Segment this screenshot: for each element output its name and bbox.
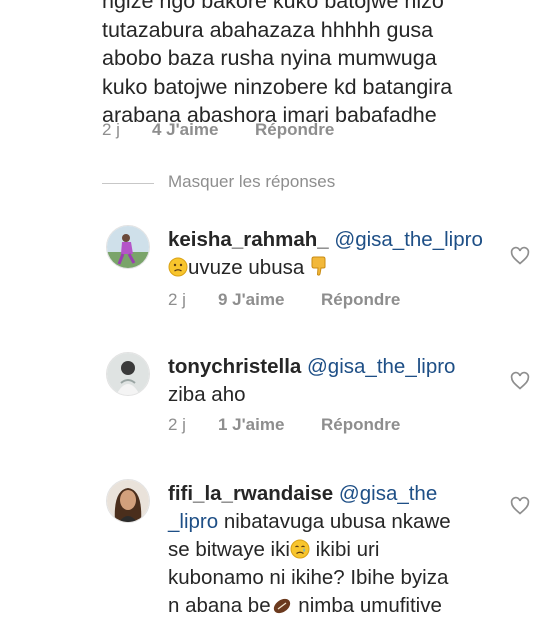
mention-link[interactable]: @gisa_the_lipro	[334, 228, 482, 251]
parent-comment-text: ngize ngo bakore kuko batojwe nizo tutaz…	[102, 0, 522, 130]
frowning-face-emoji	[168, 257, 188, 277]
parent-comment-line: tutazabura abahazaza hhhhh gusa	[102, 17, 434, 42]
crying-face-emoji	[290, 539, 310, 559]
parent-comment-meta: 2 j 4 J'aime Répondre	[102, 120, 402, 140]
comment-text: nibatavuga ubusa nkawe	[218, 510, 451, 533]
likes-count[interactable]: 4 J'aime	[152, 120, 218, 140]
reply-meta: 2 j 9 J'aime Répondre	[168, 290, 468, 310]
username[interactable]: fifi_la_rwandaise	[168, 482, 333, 505]
comment-text: n abana be	[168, 594, 271, 617]
reply-comment: tonychristella @gisa_the_lipro ziba aho	[168, 353, 528, 409]
reply-button[interactable]: Répondre	[255, 120, 334, 140]
timestamp: 2 j	[168, 415, 186, 434]
avatar[interactable]	[106, 225, 150, 269]
timestamp: 2 j	[102, 120, 120, 139]
heart-outline-icon[interactable]	[510, 496, 530, 516]
avatar[interactable]	[106, 352, 150, 396]
likes-count[interactable]: 1 J'aime	[218, 415, 284, 435]
likes-count[interactable]: 9 J'aime	[218, 290, 284, 310]
heart-outline-icon[interactable]	[510, 246, 530, 266]
hide-replies-label[interactable]: Masquer les réponses	[168, 172, 335, 192]
thumbs-down-emoji	[311, 256, 326, 276]
heart-outline-icon[interactable]	[510, 371, 530, 391]
reply-comment: fifi_la_rwandaise @gisa_the _lipro nibat…	[168, 480, 528, 620]
ball-emoji	[273, 598, 290, 614]
avatar[interactable]	[106, 479, 150, 523]
reply-button[interactable]: Répondre	[321, 290, 400, 310]
comment-text: ziba aho	[168, 383, 246, 406]
divider-line	[102, 183, 154, 184]
parent-comment-line: ngize ngo bakore kuko batojwe nizo	[102, 0, 444, 13]
comment-text: uvuze ubusa	[188, 256, 305, 279]
comment-text: se bitwaye iki	[168, 538, 290, 561]
comment-text: kubonamo ni ikihe? Ibihe byiza	[168, 566, 449, 589]
username[interactable]: keisha_rahmah_	[168, 228, 329, 251]
timestamp: 2 j	[168, 290, 186, 309]
reply-meta: 2 j 1 J'aime Répondre	[168, 415, 468, 435]
comment-text: nimba umufitive	[292, 594, 442, 617]
username[interactable]: tonychristella	[168, 355, 301, 378]
comment-text: ikibi uri	[309, 538, 380, 561]
reply-comment: keisha_rahmah_ @gisa_the_lipro uvuze ubu…	[168, 226, 528, 282]
parent-comment-line: kuko batojwe ninzobere kd batangira	[102, 74, 453, 99]
mention-link[interactable]: @gisa_the_lipro	[307, 355, 455, 378]
reply-button[interactable]: Répondre	[321, 415, 400, 435]
mention-link[interactable]: @gisa_the	[339, 482, 437, 505]
mention-link[interactable]: _lipro	[168, 510, 218, 533]
parent-comment-line: abobo baza rusha nyina mumwuga	[102, 46, 437, 71]
